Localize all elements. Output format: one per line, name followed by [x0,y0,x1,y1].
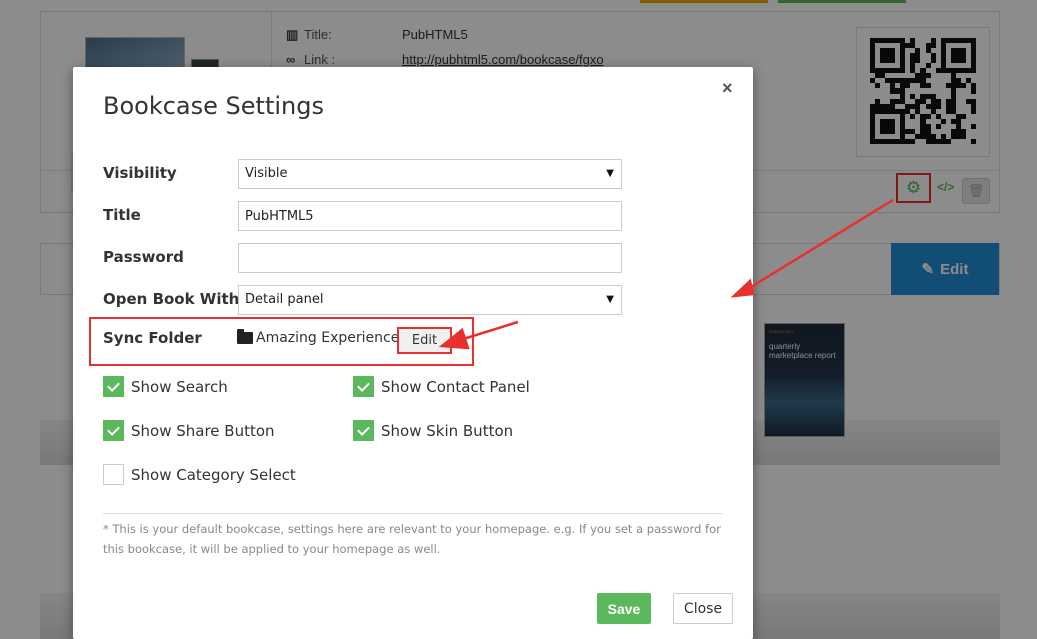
open-book-with-value: Detail panel [245,292,324,307]
password-input[interactable] [238,243,622,273]
open-book-with-select[interactable]: Detail panel ▼ [238,285,622,315]
modal-divider [103,513,723,514]
folder-icon [237,329,253,344]
open-book-with-label: Open Book With [103,290,240,308]
caret-down-icon: ▼ [606,294,614,305]
sync-folder-label: Sync Folder [103,329,202,347]
bookcase-settings-modal: Bookcase Settings × Visibility Visible ▼… [73,67,753,639]
show-category-select-checkbox[interactable] [103,464,124,485]
title-field-label: Title [103,206,141,224]
show-search-checkbox[interactable] [103,376,124,397]
close-icon[interactable]: × [722,78,733,99]
show-skin-button-checkbox[interactable] [353,420,374,441]
caret-down-icon: ▼ [606,168,614,179]
show-share-button-checkbox[interactable] [103,420,124,441]
show-category-select-label: Show Category Select [131,466,296,484]
show-contact-panel-checkbox[interactable] [353,376,374,397]
modal-title: Bookcase Settings [103,92,324,120]
show-search-label: Show Search [131,378,228,396]
visibility-select[interactable]: Visible ▼ [238,159,622,189]
visibility-value: Visible [245,166,288,181]
save-button[interactable]: Save [597,593,651,624]
title-input[interactable] [238,201,622,231]
close-button[interactable]: Close [673,593,733,624]
visibility-label: Visibility [103,164,177,182]
default-bookcase-note: * This is your default bookcase, setting… [103,522,721,556]
show-contact-panel-label: Show Contact Panel [381,378,530,396]
password-label: Password [103,248,184,266]
show-skin-button-label: Show Skin Button [381,422,514,440]
sync-folder-edit-button[interactable]: Edit [397,327,452,354]
show-share-button-label: Show Share Button [131,422,275,440]
sync-folder-name: Amazing Experience [256,330,400,346]
